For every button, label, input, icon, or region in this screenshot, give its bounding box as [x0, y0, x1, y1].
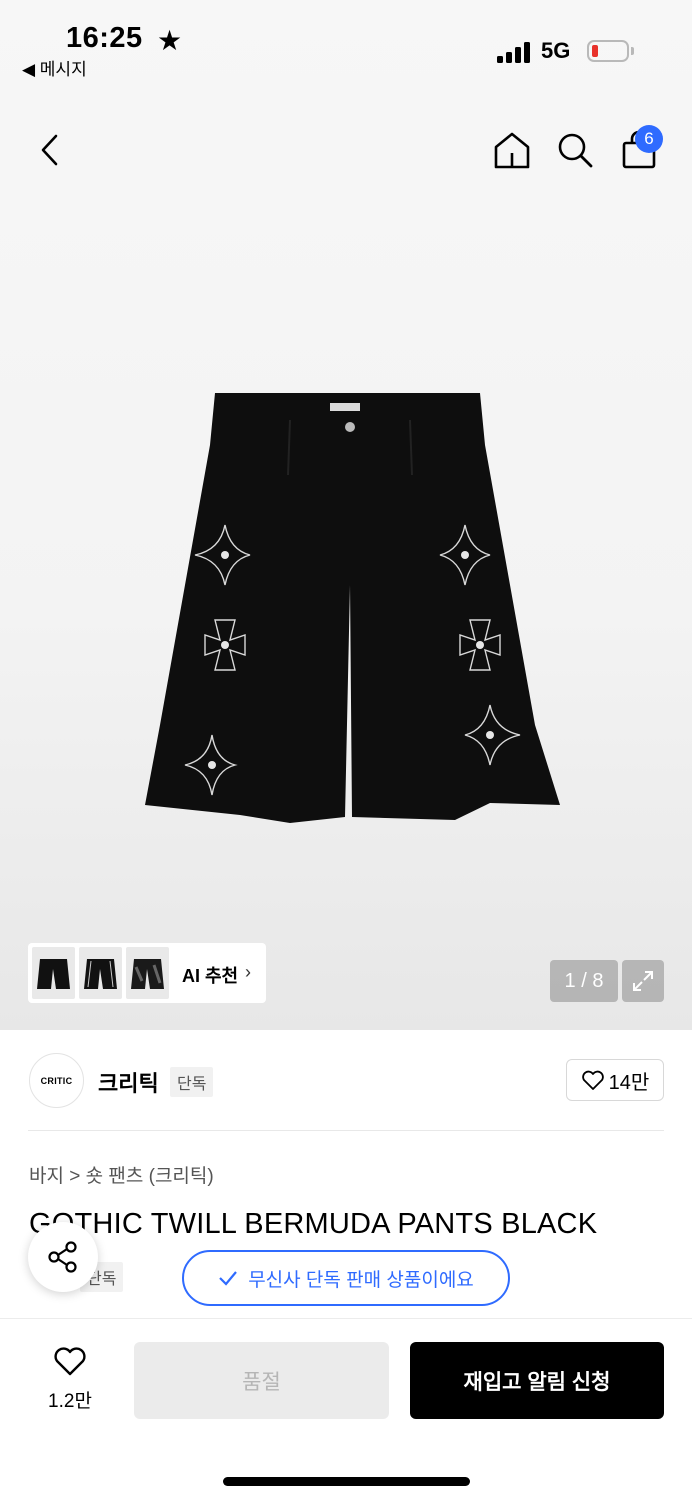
- divider: [28, 1130, 664, 1131]
- exclusive-tag: 단독: [170, 1067, 214, 1097]
- search-button[interactable]: [553, 128, 597, 172]
- expand-button[interactable]: [622, 960, 664, 1002]
- back-button[interactable]: [28, 128, 72, 172]
- chevron-left-icon: [41, 134, 58, 166]
- recommend-thumbnail[interactable]: [79, 947, 122, 999]
- share-button[interactable]: [28, 1222, 98, 1292]
- status-time: 16:25: [66, 22, 143, 54]
- battery-nub: [631, 47, 634, 55]
- recommend-thumbnail[interactable]: [32, 947, 75, 999]
- brand-name[interactable]: 크리틱: [98, 1066, 159, 1098]
- brand-like-count: 14만: [608, 1071, 650, 1094]
- recommend-thumbnail[interactable]: [126, 947, 169, 999]
- image-counter: 1 / 8: [550, 960, 618, 1002]
- share-icon: [48, 1241, 77, 1273]
- product-image[interactable]: [140, 385, 565, 830]
- heart-icon: [54, 1347, 86, 1376]
- heart-icon: [581, 1070, 604, 1090]
- chevron-right-icon: ›: [245, 962, 251, 982]
- brand-logo[interactable]: CRITIC: [29, 1053, 84, 1108]
- network-label: 5G: [541, 38, 571, 63]
- brand-like-button[interactable]: 14만: [566, 1059, 664, 1101]
- expand-icon: [633, 971, 653, 991]
- search-icon: [558, 133, 593, 168]
- home-indicator: [223, 1477, 470, 1486]
- soldout-button: 품절: [134, 1342, 389, 1419]
- restock-alert-button[interactable]: 재입고 알림 신청: [410, 1342, 664, 1419]
- breadcrumb[interactable]: 바지 > 숏 팬츠 (크리틱): [29, 1161, 214, 1188]
- exclusive-notice-text: 무신사 단독 판매 상품이에요: [248, 1269, 474, 1291]
- wishlist-button[interactable]: 1.2만: [40, 1345, 100, 1413]
- product-title: GOTHIC TWILL BERMUDA PANTS BLACK: [29, 1208, 598, 1240]
- check-icon: [219, 1271, 238, 1286]
- home-button[interactable]: [490, 128, 534, 172]
- exclusive-notice-pill[interactable]: 무신사 단독 판매 상품이에요: [182, 1250, 510, 1306]
- back-to-app-link[interactable]: ◀ 메시지: [22, 55, 87, 80]
- battery-icon: [587, 40, 629, 62]
- star-icon: ★: [157, 25, 183, 56]
- wishlist-count: 1.2만: [48, 1391, 92, 1412]
- ai-recommend-label[interactable]: AI 추천: [182, 962, 238, 988]
- cart-count-badge: 6: [635, 125, 663, 153]
- home-icon: [494, 132, 530, 169]
- signal-icon: [497, 41, 531, 63]
